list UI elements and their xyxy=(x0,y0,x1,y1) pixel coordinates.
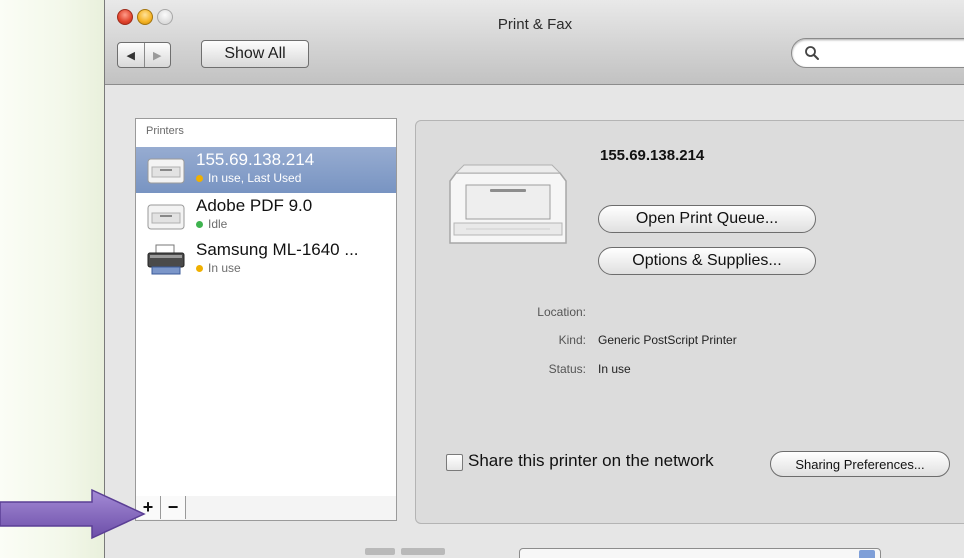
status-label: Status: xyxy=(548,362,586,376)
options-supplies-button[interactable]: Options & Supplies... xyxy=(598,247,816,275)
printers-list[interactable]: Printers 155.69.138.214 In use, Last Use… xyxy=(135,118,397,498)
printer-status-text: Idle xyxy=(208,217,228,231)
printer-status-text: In use xyxy=(208,261,241,275)
purple-arrow-icon xyxy=(0,488,146,540)
kind-value: Generic PostScript Printer xyxy=(598,333,737,347)
status-dot-icon xyxy=(196,174,203,182)
page-margin xyxy=(0,0,104,558)
default-printer-popup[interactable] xyxy=(519,548,881,558)
search-field[interactable] xyxy=(791,38,964,68)
printer-status-text: In use, Last Used xyxy=(208,171,302,185)
search-icon xyxy=(805,46,819,60)
sharing-preferences-button[interactable]: Sharing Preferences... xyxy=(770,451,950,477)
back-button[interactable]: ◀ xyxy=(118,43,145,67)
open-print-queue-button[interactable]: Open Print Queue... xyxy=(598,205,816,233)
printer-status: Idle xyxy=(196,217,227,231)
printer-detail-panel: 155.69.138.214 Open Print Queue... Optio… xyxy=(415,120,964,524)
back-forward-control: ◀ ▶ xyxy=(117,42,171,68)
triangle-left-icon: ◀ xyxy=(126,49,135,62)
popup-chevron-icon xyxy=(859,550,875,558)
printer-status: In use, Last Used xyxy=(196,171,301,185)
printer-row[interactable]: Adobe PDF 9.0 Idle xyxy=(136,193,396,239)
print-fax-window: Print & Fax ◀ ▶ Show All Printers 155.69… xyxy=(104,0,964,558)
printer-name: Samsung ML-1640 ... xyxy=(196,240,359,259)
default-printer-label xyxy=(365,548,505,558)
printer-status: In use xyxy=(196,261,241,275)
search-input[interactable] xyxy=(826,43,964,63)
show-all-button[interactable]: Show All xyxy=(201,40,309,68)
forward-button[interactable]: ▶ xyxy=(145,43,171,67)
printer-name: 155.69.138.214 xyxy=(196,150,315,169)
status-dot-icon xyxy=(196,220,203,228)
kind-label: Kind: xyxy=(558,333,586,347)
location-label: Location: xyxy=(537,305,586,319)
laser-printer-icon xyxy=(449,164,567,244)
share-printer-label[interactable]: Share this printer on the network xyxy=(468,451,714,471)
laser-printer-icon xyxy=(147,204,185,230)
remove-printer-button[interactable]: − xyxy=(161,496,186,519)
triangle-right-icon: ▶ xyxy=(153,49,162,62)
status-dot-icon xyxy=(196,264,203,272)
printer-row[interactable]: Samsung ML-1640 ... In use xyxy=(136,237,396,283)
laser-printer-icon xyxy=(147,158,185,184)
printer-name: Adobe PDF 9.0 xyxy=(196,196,313,215)
inkjet-printer-icon xyxy=(147,244,185,275)
window-title: Print & Fax xyxy=(497,16,573,33)
status-value: In use xyxy=(598,362,631,376)
printers-list-header: Printers xyxy=(146,125,184,137)
share-printer-checkbox[interactable] xyxy=(446,454,463,471)
title-bar: Print & Fax ◀ ▶ Show All xyxy=(105,0,964,85)
printer-row[interactable]: 155.69.138.214 In use, Last Used xyxy=(136,147,396,193)
printers-list-footer: + − xyxy=(135,496,397,521)
selected-printer-name: 155.69.138.214 xyxy=(600,147,705,164)
